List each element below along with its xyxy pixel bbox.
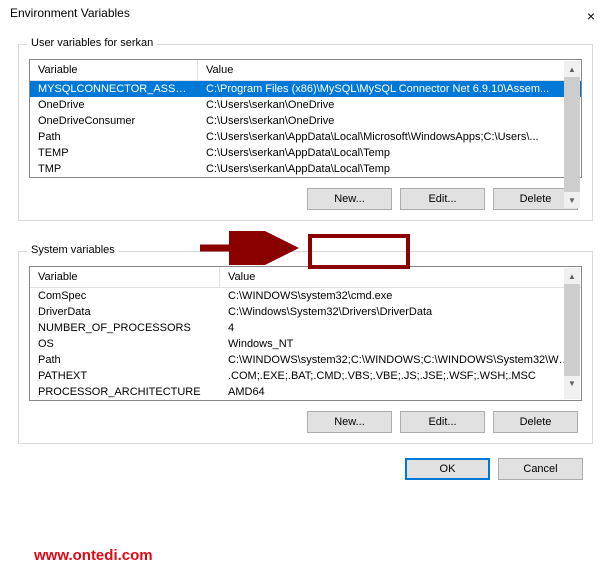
system-button-row: New... Edit... Delete [29, 411, 582, 433]
close-icon: × [587, 8, 595, 24]
ok-button[interactable]: OK [405, 458, 490, 480]
user-table-header: Variable Value [30, 60, 581, 81]
cell-value: C:\Users\serkan\AppData\Local\Temp [198, 161, 581, 177]
cell-value: C:\Program Files (x86)\MySQL\MySQL Conne… [198, 81, 581, 97]
system-delete-button[interactable]: Delete [493, 411, 578, 433]
cell-variable: OneDriveConsumer [30, 113, 198, 129]
table-row[interactable]: MYSQLCONNECTOR_ASSEM...C:\Program Files … [30, 81, 581, 97]
cancel-button[interactable]: Cancel [498, 458, 583, 480]
user-edit-button[interactable]: Edit... [400, 188, 485, 210]
cell-variable: OS [30, 336, 220, 352]
cell-variable: OneDrive [30, 97, 198, 113]
cell-value: C:\WINDOWS\system32;C:\WINDOWS;C:\WINDOW… [220, 352, 581, 368]
cell-value: C:\Users\serkan\OneDrive [198, 97, 581, 113]
table-row[interactable]: PathC:\WINDOWS\system32;C:\WINDOWS;C:\WI… [30, 352, 581, 368]
titlebar: Environment Variables × [0, 0, 611, 38]
table-row[interactable]: NUMBER_OF_PROCESSORS4 [30, 320, 581, 336]
system-variables-table[interactable]: Variable Value ComSpecC:\WINDOWS\system3… [29, 266, 582, 401]
table-row[interactable]: DriverDataC:\Windows\System32\Drivers\Dr… [30, 304, 581, 320]
table-row[interactable]: PROCESSOR_ARCHITECTUREAMD64 [30, 384, 581, 400]
system-group-label: System variables [27, 244, 119, 256]
scroll-up-icon[interactable]: ▲ [564, 268, 580, 284]
cell-value: C:\Users\serkan\AppData\Local\Temp [198, 145, 581, 161]
cell-variable: TMP [30, 161, 198, 177]
cell-variable: Path [30, 129, 198, 145]
cell-variable: NUMBER_OF_PROCESSORS [30, 320, 220, 336]
table-row[interactable]: PATHEXT.COM;.EXE;.BAT;.CMD;.VBS;.VBE;.JS… [30, 368, 581, 384]
table-row[interactable]: OneDriveC:\Users\serkan\OneDrive [30, 97, 581, 113]
cell-value: C:\Users\serkan\OneDrive [198, 113, 581, 129]
table-row[interactable]: OSWindows_NT [30, 336, 581, 352]
user-scrollbar[interactable]: ▲ ▼ [564, 61, 580, 176]
cell-variable: PATHEXT [30, 368, 220, 384]
window-title: Environment Variables [10, 6, 130, 20]
user-variables-table[interactable]: Variable Value MYSQLCONNECTOR_ASSEM...C:… [29, 59, 582, 178]
scroll-down-icon[interactable]: ▼ [564, 192, 580, 208]
cell-variable: MYSQLCONNECTOR_ASSEM... [30, 81, 198, 97]
user-group-label: User variables for serkan [27, 37, 157, 49]
table-row[interactable]: TMPC:\Users\serkan\AppData\Local\Temp [30, 161, 581, 177]
system-variables-group: System variables Variable Value ComSpecC… [18, 251, 593, 444]
system-new-button[interactable]: New... [307, 411, 392, 433]
user-col-variable[interactable]: Variable [30, 60, 198, 80]
cell-variable: PROCESSOR_ARCHITECTURE [30, 384, 220, 400]
cell-variable: DriverData [30, 304, 220, 320]
user-variables-group: User variables for serkan Variable Value… [18, 44, 593, 221]
cell-value: C:\Windows\System32\Drivers\DriverData [220, 304, 581, 320]
system-scrollbar-thumb[interactable] [564, 284, 580, 376]
table-row[interactable]: OneDriveConsumerC:\Users\serkan\OneDrive [30, 113, 581, 129]
system-col-variable[interactable]: Variable [30, 267, 220, 287]
system-table-header: Variable Value [30, 267, 581, 288]
system-col-value[interactable]: Value [220, 267, 581, 287]
system-scrollbar[interactable]: ▲ ▼ [564, 268, 580, 399]
user-scrollbar-thumb[interactable] [564, 77, 580, 192]
cell-value: 4 [220, 320, 581, 336]
table-row[interactable]: ComSpecC:\WINDOWS\system32\cmd.exe [30, 288, 581, 304]
user-new-button[interactable]: New... [307, 188, 392, 210]
table-row[interactable]: TEMPC:\Users\serkan\AppData\Local\Temp [30, 145, 581, 161]
cell-variable: TEMP [30, 145, 198, 161]
watermark: www.ontedi.com [34, 547, 153, 564]
user-col-value[interactable]: Value [198, 60, 581, 80]
cell-value: C:\WINDOWS\system32\cmd.exe [220, 288, 581, 304]
cell-value: C:\Users\serkan\AppData\Local\Microsoft\… [198, 129, 581, 145]
cell-variable: ComSpec [30, 288, 220, 304]
cell-value: Windows_NT [220, 336, 581, 352]
table-row[interactable]: PathC:\Users\serkan\AppData\Local\Micros… [30, 129, 581, 145]
cell-value: AMD64 [220, 384, 581, 400]
scroll-down-icon[interactable]: ▼ [564, 376, 580, 392]
cell-variable: Path [30, 352, 220, 368]
scroll-up-icon[interactable]: ▲ [564, 61, 580, 77]
cell-value: .COM;.EXE;.BAT;.CMD;.VBS;.VBE;.JS;.JSE;.… [220, 368, 581, 384]
system-edit-button[interactable]: Edit... [400, 411, 485, 433]
dialog-button-row: OK Cancel [0, 458, 611, 490]
close-button[interactable]: × [571, 6, 611, 26]
user-button-row: New... Edit... Delete [29, 188, 582, 210]
